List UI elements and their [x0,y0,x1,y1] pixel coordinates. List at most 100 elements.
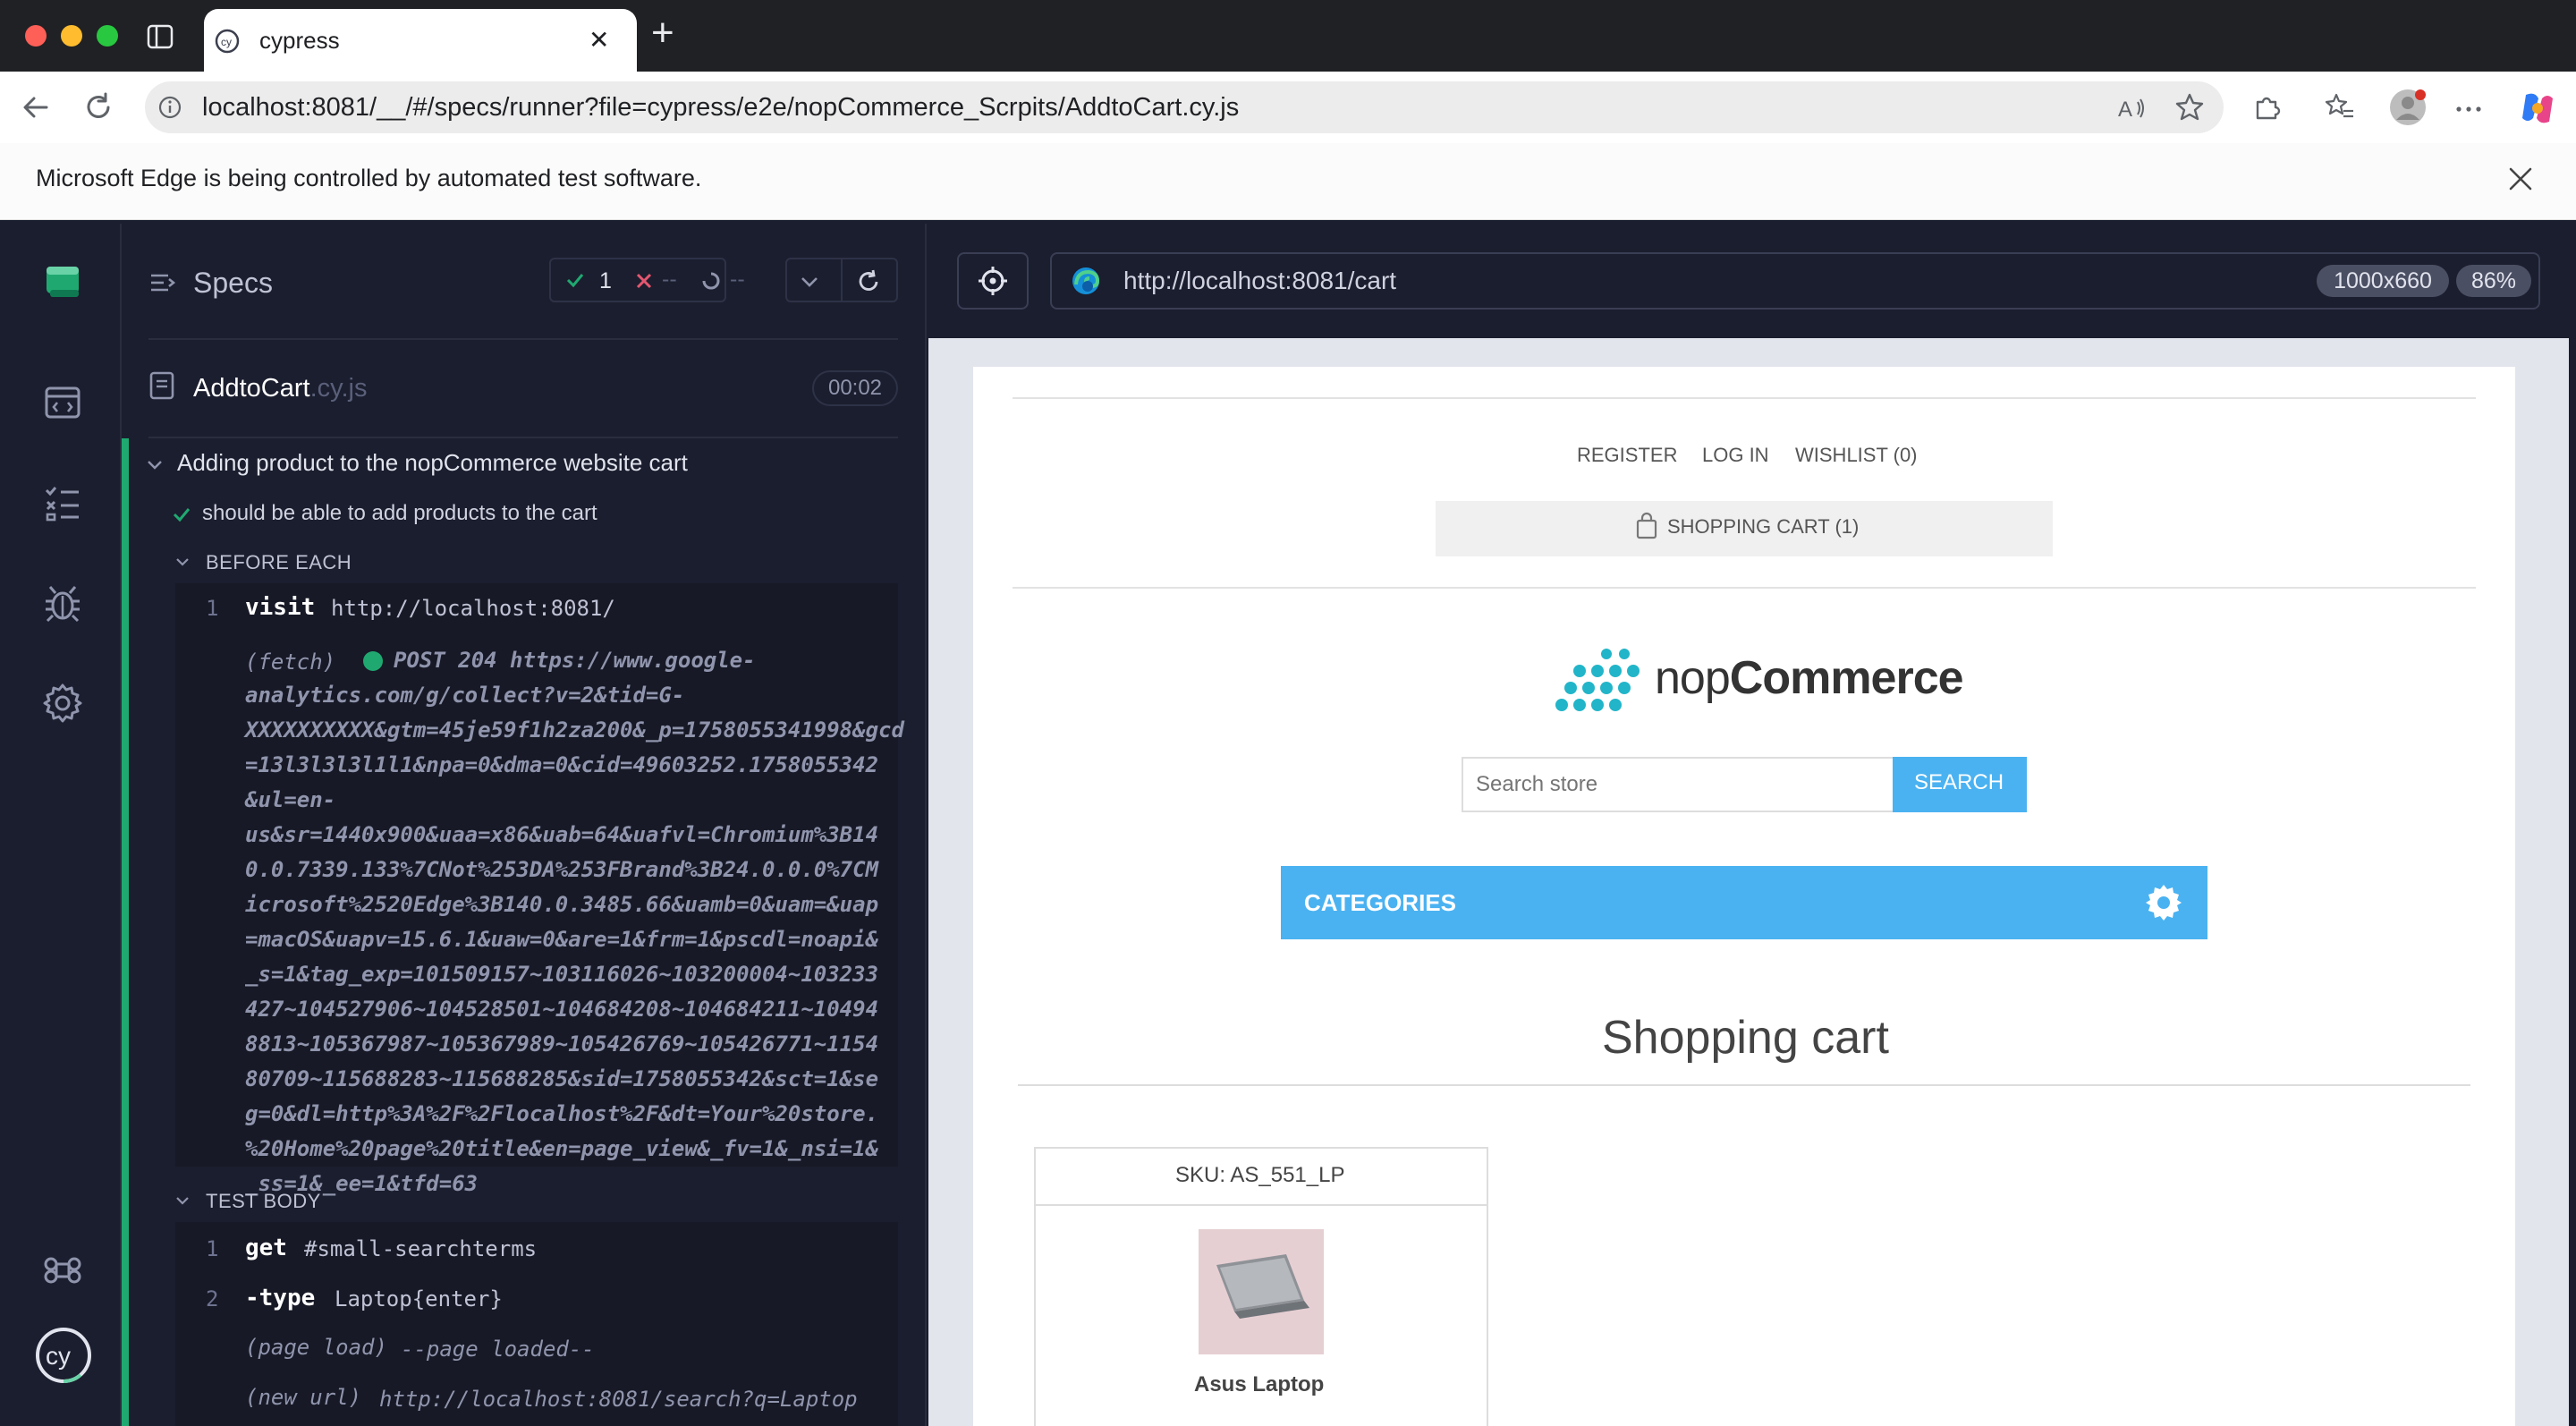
before-each-label[interactable]: BEFORE EACH [206,551,352,574]
divider [1013,587,2476,589]
divider [148,437,898,438]
command-message[interactable]: Laptop{enter} [335,1286,503,1311]
fetch-message-line: 80709~115688283~115688285&sid=1758055342… [245,1066,879,1091]
chevron-down-icon[interactable] [174,553,191,571]
test-title[interactable]: should be able to add products to the ca… [202,501,597,526]
more-icon[interactable] [2453,93,2485,125]
extensions-icon[interactable] [2250,91,2283,123]
fetch-command-name[interactable]: (fetch) [245,649,335,675]
product-image[interactable] [1199,1229,1324,1354]
fetch-message-line: _s=1&tag_exp=101509157~103116026~1032000… [245,962,879,987]
info-icon[interactable] [157,95,182,120]
svg-text:A: A [2118,98,2132,122]
bag-icon [1636,512,1657,539]
reload-icon[interactable] [82,91,114,123]
command-name[interactable]: (page load) [245,1335,387,1360]
aut-iframe: REGISTER LOG IN WISHLIST (0) SHOPPING CA… [973,367,2515,1426]
command-name[interactable]: -type [245,1285,315,1311]
favorite-icon[interactable] [2174,91,2206,123]
suite-title[interactable]: Adding product to the nopCommerce websit… [177,449,688,477]
search-input[interactable] [1462,757,1894,812]
cypress-app-icon[interactable] [41,259,84,302]
fetch-message-line: POST 204 https://www.google- [394,648,756,673]
passed-check-icon [566,274,584,288]
command-name[interactable]: (new url) [245,1385,361,1410]
fetch-message-line: =13l3l3l3l1l1&npa=0&dma=0&cid=49603252.1… [245,752,879,777]
gear-icon[interactable] [2143,882,2184,923]
command-message[interactable]: --page loaded-- [401,1337,595,1362]
scale-badge[interactable]: 86% [2456,265,2531,297]
automation-message: Microsoft Edge is being controlled by au… [36,165,702,191]
favorites-icon[interactable] [2324,91,2356,123]
command-number: 1 [206,1236,219,1261]
selector-playground-icon [979,267,1007,295]
command-message[interactable]: http://localhost:8081/search?q=Laptop [379,1387,858,1412]
specs-icon[interactable] [39,379,86,426]
divider [1018,1084,2470,1086]
command-message[interactable]: http://localhost:8081/ [331,596,615,621]
specs-label[interactable]: Specs [193,267,273,300]
read-aloud-icon[interactable]: A [2116,93,2147,123]
specs-list-icon[interactable] [148,268,177,297]
fetch-message-line: g=0&dl=http%3A%2F%2Flocalhost%2F&dt=Your… [245,1101,879,1126]
viewport-badge[interactable]: 1000x660 [2317,265,2449,297]
test-status-bar [122,438,129,1426]
new-tab-button[interactable]: + [651,11,674,55]
fetch-message-line: XXXXXXXXXX&gtm=45je59f1h2za200&_p=175805… [245,717,904,743]
command-number: 1 [206,596,219,621]
cypress-logo-icon[interactable]: cy [34,1326,93,1385]
rerun-icon[interactable] [855,268,882,295]
failed-count: -- [662,267,677,292]
command-message[interactable]: #small-searchterms [304,1236,537,1261]
sidebar-icon[interactable] [147,23,174,50]
shopping-cart-label: SHOPPING CART (1) [1667,515,1860,538]
nopcommerce-logo-text: nopCommerce [1655,652,1964,704]
runs-icon[interactable] [39,480,86,526]
divider [1013,397,2476,399]
product-name[interactable]: Asus Laptop [1194,1372,1324,1397]
svg-text:cy: cy [221,36,232,48]
command-icon[interactable] [39,1247,86,1294]
svg-text:cy: cy [46,1342,71,1370]
window-close-dot[interactable] [25,25,47,47]
command-name[interactable]: visit [245,594,315,621]
fetch-message-line: =macOS&uapv=15.6.1&uaw=0&are=1&frm=1&psc… [245,927,879,952]
browser-title-bar: cy cypress ✕ + [0,0,2576,72]
profile-icon[interactable] [2386,86,2429,129]
close-icon[interactable] [2506,165,2535,193]
fetch-message-line: icrosoft%2520Edge%3B140.0.3485.66&uamb=0… [245,892,879,917]
page-title: Shopping cart [1602,1012,1889,1064]
back-icon[interactable] [20,91,52,123]
register-link[interactable]: REGISTER [1577,444,1677,467]
tab-title: cypress [259,27,340,54]
aut-url: http://localhost:8081/cart [1123,267,1397,294]
login-link[interactable]: LOG IN [1702,444,1769,467]
cypress-tab-icon: cy [215,29,240,54]
command-name[interactable]: get [245,1235,287,1261]
settings-icon[interactable] [39,680,86,726]
product-sku: SKU: AS_551_LP [1175,1163,1345,1187]
window-zoom-dot[interactable] [97,25,118,47]
chevron-down-icon[interactable] [174,1192,191,1210]
chevron-down-icon[interactable] [798,270,821,293]
command-number: 2 [206,1286,219,1311]
debug-icon[interactable] [39,580,86,626]
divider [148,338,898,340]
tab-cypress[interactable]: cy cypress ✕ [204,9,637,72]
wishlist-link[interactable]: WISHLIST (0) [1795,444,1918,467]
pending-count: -- [730,267,745,292]
divider [1034,1204,1488,1206]
close-tab-icon[interactable]: ✕ [589,25,609,55]
fetch-message-line: &ul=en- [245,787,336,812]
test-body-label[interactable]: TEST BODY [206,1190,321,1213]
fetch-status-dot [363,651,383,671]
edge-icon [1072,267,1100,294]
copilot-icon[interactable] [2517,88,2558,129]
window-minimize-dot[interactable] [61,25,82,47]
passed-count: 1 [599,268,612,293]
fetch-message-line: %20Home%20page%20title&en=page_view&_fv=… [245,1136,879,1161]
test-passed-icon [173,508,191,522]
chevron-down-icon[interactable] [145,454,165,474]
spec-duration: 00:02 [812,370,898,406]
failed-x-icon [636,273,652,289]
